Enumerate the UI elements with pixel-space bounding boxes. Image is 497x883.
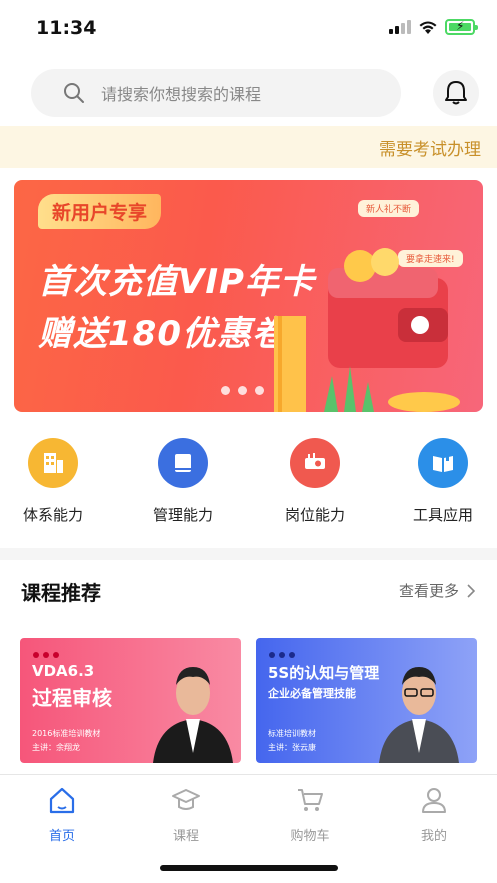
promo-banner[interactable]: 新用户专享 首次充值VIP年卡 赠送180优惠卷 新人礼不断 要拿走速来! (14, 180, 483, 412)
view-more-link[interactable]: 查看更多 (399, 580, 475, 601)
status-bar: 11:34 ⚡ (0, 0, 497, 60)
chevron-right-icon (467, 583, 475, 598)
tab-home[interactable]: 首页 (22, 785, 102, 844)
building-icon (28, 438, 78, 488)
category-management[interactable]: 管理能力 (133, 432, 233, 525)
cart-icon (298, 789, 323, 811)
open-book-icon (418, 438, 468, 488)
signal-icon (389, 20, 411, 34)
status-icons: ⚡ (389, 19, 478, 35)
projector-icon (290, 438, 340, 488)
category-tools[interactable]: 工具应用 (393, 432, 493, 525)
category-system[interactable]: 体系能力 (3, 432, 103, 525)
banner-headline: 首次充值VIP年卡 (38, 262, 315, 302)
lecturer-photo (153, 667, 233, 763)
course-card[interactable]: 5S的认知与管理 企业必备管理技能 标准培训教材 主讲：张云康 (256, 638, 477, 763)
home-icon (49, 787, 75, 814)
book-icon (158, 438, 208, 488)
carousel-dots[interactable] (221, 386, 264, 395)
bell-icon (445, 81, 467, 105)
course-material: 标准培训教材 (268, 729, 316, 738)
banner-tag: 新用户专享 (38, 194, 162, 229)
banner-subheadline: 赠送180优惠卷 (38, 314, 287, 354)
section-divider (0, 548, 497, 560)
category-position[interactable]: 岗位能力 (265, 432, 365, 525)
search-icon (64, 83, 84, 103)
course-title: VDA6.3 (32, 662, 95, 680)
search-input[interactable]: 请搜索你想搜索的课程 (31, 69, 401, 117)
card-dots-icon (33, 652, 59, 658)
tab-label: 购物车 (290, 829, 330, 844)
carousel-dot[interactable] (238, 386, 247, 395)
tab-cart[interactable]: 购物车 (270, 785, 350, 844)
category-label: 岗位能力 (284, 506, 345, 524)
status-time: 11:34 (36, 17, 97, 39)
course-title-line2: 过程审核 (32, 686, 112, 710)
course-subtitle: 企业必备管理技能 (268, 687, 356, 700)
category-label: 体系能力 (22, 506, 83, 524)
category-label: 工具应用 (412, 506, 473, 524)
notice-text: 需要考试办理 (379, 140, 481, 160)
tab-label: 课程 (172, 829, 199, 844)
tab-label: 我的 (420, 829, 447, 844)
view-more-label: 查看更多 (398, 582, 459, 600)
user-icon (422, 788, 446, 813)
course-lecturer: 主讲：张云康 (268, 743, 316, 752)
card-dots-icon (269, 652, 295, 658)
tab-profile[interactable]: 我的 (394, 785, 474, 844)
graduation-cap-icon (172, 789, 200, 810)
notification-button[interactable] (433, 70, 479, 116)
notice-bar[interactable]: 需要考试办理 (0, 126, 497, 168)
category-label: 管理能力 (152, 506, 213, 524)
course-lecturer: 主讲：余翔龙 (32, 743, 80, 752)
course-title: 5S的认知与管理 (268, 664, 380, 682)
coin-stack-illustration (274, 316, 460, 412)
wifi-icon (419, 21, 437, 34)
section-title: 课程推荐 (21, 581, 101, 605)
tab-courses[interactable]: 课程 (146, 785, 226, 844)
battery-icon: ⚡ (445, 19, 478, 35)
lecturer-photo (379, 667, 459, 763)
search-placeholder: 请搜索你想搜索的课程 (101, 85, 262, 104)
category-grid: 体系能力 管理能力 岗位能力 工具应用 (0, 432, 497, 532)
banner-badge-new: 新人礼不断 (358, 200, 420, 217)
home-indicator (160, 865, 338, 871)
carousel-dot[interactable] (255, 386, 264, 395)
course-card[interactable]: VDA6.3 过程审核 2016标准培训教材 主讲：余翔龙 (20, 638, 241, 763)
tab-label: 首页 (48, 829, 75, 844)
coins-illustration (344, 248, 399, 282)
carousel-dot[interactable] (221, 386, 230, 395)
course-subtitle: 2016标准培训教材 (32, 729, 101, 738)
